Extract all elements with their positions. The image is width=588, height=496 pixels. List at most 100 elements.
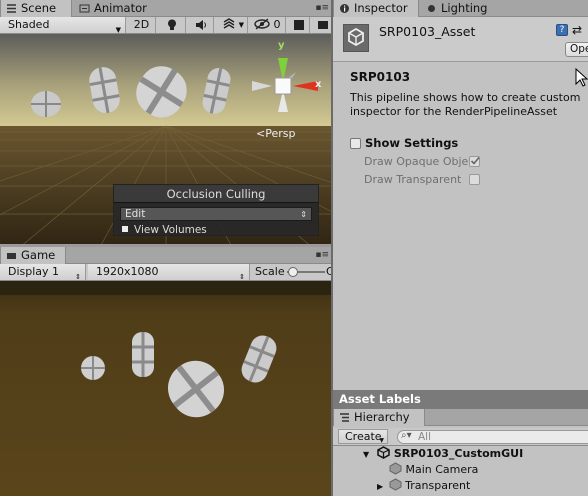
show-settings-checkbox[interactable]	[350, 138, 361, 149]
hierarchy-item-label: Transparent	[405, 479, 471, 492]
game-tab-bar: Game ▪≡	[0, 247, 333, 264]
checkmark-icon	[470, 156, 480, 165]
scene-root-item[interactable]: ▼ SRP0103_CustomGUI	[363, 446, 523, 462]
create-label: Create	[345, 430, 382, 443]
asset-labels-bar[interactable]: Asset Labels	[333, 390, 588, 409]
tab-game-label: Game	[21, 248, 56, 262]
game-toolbar: Display 1 ⇕ 1920x1080 ⇕ Scale C	[0, 264, 334, 281]
occlusion-mode-value: Edit	[125, 208, 146, 220]
inspector-tab-bar: Inspector Lighting	[333, 0, 588, 17]
draw-transparent-label: Draw Transparent	[364, 173, 462, 186]
audio-toggle-button[interactable]	[188, 17, 214, 33]
tab-inspector-label: Inspector	[354, 1, 408, 15]
gameobject-cube-icon	[389, 462, 402, 475]
occlusion-culling-panel: Occlusion Culling Edit ⇕ View Volumes	[113, 184, 319, 236]
select-arrows-icon: ⇕	[300, 210, 307, 219]
game-icon	[7, 253, 16, 259]
unity-asset-icon	[343, 24, 369, 52]
scene-toolbar: Shaded ▼ 2D ▼ 0	[0, 17, 333, 34]
tab-animator-label: Animator	[94, 1, 147, 15]
tab-lighting-label: Lighting	[441, 1, 488, 15]
persp-label[interactable]: <Persp	[256, 127, 295, 140]
asset-header: SRP0103_Asset ? ⇄ Ope	[333, 17, 588, 62]
camera-toggle-button[interactable]	[312, 17, 333, 33]
view-volumes-label: View Volumes	[134, 224, 207, 236]
hidden-count: 0	[273, 18, 281, 31]
tab-scene-label: Scene	[21, 1, 57, 15]
scene-options-icon[interactable]: ▪≡	[315, 3, 329, 13]
lightbulb-icon	[167, 19, 176, 30]
effects-icon	[223, 18, 234, 29]
grid-icon	[293, 20, 304, 30]
effects-dropdown[interactable]: ▼	[216, 17, 248, 33]
hierarchy-item[interactable]: ▶ Transparent	[377, 478, 470, 494]
tab-animator[interactable]: Animator	[74, 0, 164, 17]
hierarchy-item-label: Main Camera	[405, 463, 479, 476]
mouse-cursor-icon	[575, 68, 588, 87]
game-render	[0, 281, 333, 496]
hierarchy-tab-bar: Hierarchy	[333, 409, 588, 426]
display-dropdown[interactable]: Display 1 ⇕	[0, 264, 86, 281]
scene-viewport[interactable]: y x <Persp Occlusion Culling Edit ⇕ View…	[0, 34, 333, 247]
view-volumes-checkbox[interactable]	[122, 226, 128, 232]
inspector-panel: Inspector Lighting SRP0103_Asset ? ⇄ Ope…	[333, 0, 588, 390]
draw-opaque-checkbox[interactable]	[469, 156, 480, 167]
help-icon[interactable]: ?	[556, 24, 568, 36]
hierarchy-icon	[340, 413, 349, 422]
pipeline-heading: SRP0103	[350, 70, 411, 84]
shading-mode-dropdown[interactable]: Shaded ▼	[0, 17, 126, 34]
resolution-value: 1920x1080	[96, 265, 159, 278]
scale-slider-handle[interactable]	[288, 267, 298, 277]
expand-arrow-icon[interactable]: ▶	[377, 482, 383, 491]
game-viewport[interactable]	[0, 281, 333, 496]
tab-hierarchy[interactable]: Hierarchy	[333, 409, 425, 426]
draw-opaque-label: Draw Opaque Obje	[364, 155, 469, 168]
hierarchy-item[interactable]: Main Camera	[389, 462, 478, 478]
tab-inspector[interactable]: Inspector	[333, 0, 419, 17]
view-volumes-toggle[interactable]: View Volumes	[122, 224, 207, 236]
description-line-2: inspector for the RenderPipelineAsset	[350, 105, 558, 118]
y-axis-label: y	[278, 40, 285, 51]
hierarchy-search-input[interactable]: ⌕▾ All	[397, 430, 588, 444]
sphere-object	[31, 91, 61, 117]
dropdown-arrow-icon: ▼	[238, 21, 244, 29]
2d-label: 2D	[133, 18, 150, 31]
tab-scene[interactable]: Scene	[0, 0, 72, 17]
display-value: Display 1	[8, 265, 60, 278]
speaker-icon	[195, 20, 206, 30]
hidden-objects-toggle[interactable]: 0	[250, 17, 286, 33]
settings-icon[interactable]: ⇄	[572, 23, 582, 37]
unity-scene-icon	[377, 446, 390, 459]
asset-name: SRP0103_Asset	[379, 24, 476, 39]
lighting-icon	[428, 5, 435, 12]
game-options-icon[interactable]: ▪≡	[315, 250, 329, 260]
grid-toggle-button[interactable]	[288, 17, 310, 33]
lighting-toggle-button[interactable]	[158, 17, 186, 33]
resolution-dropdown[interactable]: 1920x1080 ⇕	[88, 264, 250, 281]
hierarchy-panel: Hierarchy Create ▼ ⌕▾ All ▼ SRP0103_Cust…	[333, 409, 588, 496]
hierarchy-toolbar: Create ▼ ⌕▾ All	[333, 428, 588, 446]
unity-logo-icon	[348, 27, 364, 47]
animator-icon	[79, 4, 90, 13]
open-button-label: Ope	[570, 43, 588, 55]
scene-name: SRP0103_CustomGUI	[393, 447, 524, 460]
tab-lighting[interactable]: Lighting	[421, 0, 501, 17]
search-placeholder: All	[418, 431, 432, 443]
open-button[interactable]: Ope	[565, 42, 588, 57]
info-icon	[340, 4, 349, 13]
scene-icon	[7, 4, 16, 13]
x-axis-label: x	[315, 79, 322, 90]
occlusion-mode-select[interactable]: Edit ⇕	[120, 207, 312, 221]
draw-transparent-checkbox[interactable]	[469, 174, 480, 185]
scale-label: Scale	[255, 265, 285, 278]
2d-toggle-button[interactable]: 2D	[128, 17, 156, 33]
search-icon: ⌕▾	[401, 430, 412, 441]
scene-tab-bar: Scene Animator ▪≡	[0, 0, 333, 17]
show-settings-label: Show Settings	[365, 136, 459, 150]
asset-labels-title: Asset Labels	[339, 392, 421, 406]
create-dropdown[interactable]: Create ▼	[338, 429, 388, 444]
occlusion-culling-title: Occlusion Culling	[114, 185, 318, 203]
tab-game[interactable]: Game	[0, 247, 66, 264]
description-line-1: This pipeline shows how to create custom	[350, 91, 581, 104]
expand-arrow-icon[interactable]: ▼	[363, 450, 369, 459]
